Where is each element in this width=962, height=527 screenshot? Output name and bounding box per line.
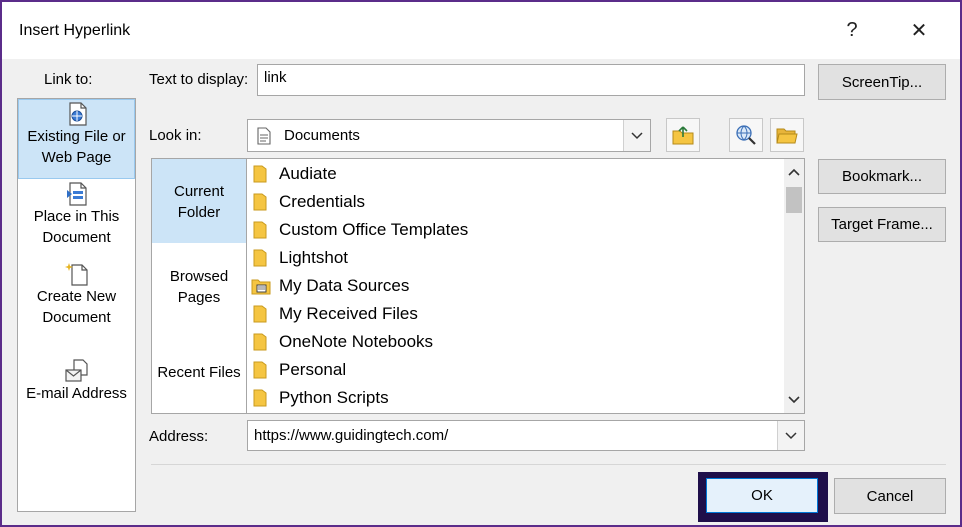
browsed-pages-line2: Pages <box>177 289 221 306</box>
list-item[interactable]: Python Scripts <box>253 384 389 412</box>
current-folder-tab[interactable]: Current Folder <box>152 159 246 243</box>
file-name: Lightshot <box>279 248 348 267</box>
chevron-down-icon[interactable] <box>777 421 804 450</box>
look-in-select[interactable]: Documents <box>247 119 651 152</box>
nav-label-place-line1: Place in This <box>33 208 120 225</box>
list-item[interactable]: My Received Files <box>253 300 418 328</box>
chevron-down-icon[interactable] <box>784 389 804 411</box>
insert-hyperlink-dialog: Insert Hyperlink ? ✕ Link to: Existing F… <box>0 0 962 527</box>
chevron-up-icon[interactable] <box>784 161 804 183</box>
link-to-place-in-document[interactable]: Place in This Document <box>18 182 135 252</box>
new-document-icon <box>64 263 88 286</box>
dialog-title: Insert Hyperlink <box>19 22 131 39</box>
screentip-button[interactable]: ScreenTip... <box>818 64 946 100</box>
list-item[interactable]: Custom Office Templates <box>253 216 468 244</box>
link-to-label: Link to: <box>44 71 93 88</box>
folder-icon <box>253 249 267 267</box>
bookmark-button[interactable]: Bookmark... <box>818 159 946 194</box>
documents-icon <box>257 126 271 145</box>
title-bar: Insert Hyperlink ? ✕ <box>2 2 960 59</box>
address-value: https://www.guidingtech.com/ <box>254 427 449 444</box>
list-item[interactable]: OneNote Notebooks <box>253 328 433 356</box>
folder-icon <box>253 361 267 379</box>
browse-source-panel: Current Folder Browsed Pages Recent File… <box>151 158 247 414</box>
browse-web-button[interactable] <box>729 118 763 152</box>
separator <box>151 464 946 465</box>
browsed-pages-tab[interactable]: Browsed Pages <box>152 266 246 316</box>
list-item[interactable]: Personal <box>253 356 346 384</box>
nav-label-create-line2: Document <box>42 309 111 326</box>
file-name: OneNote Notebooks <box>279 332 434 351</box>
text-to-display-label: Text to display: <box>149 71 249 88</box>
nav-label-create-line1: Create New <box>36 288 117 305</box>
help-button[interactable]: ? <box>834 14 870 46</box>
address-label: Address: <box>149 428 209 445</box>
scrollbar-thumb[interactable] <box>786 187 802 213</box>
folder-icon <box>253 333 267 351</box>
link-to-existing-file[interactable]: Existing File or Web Page <box>18 99 135 179</box>
cancel-button[interactable]: Cancel <box>834 478 946 514</box>
existing-file-icon <box>68 102 87 126</box>
look-in-label: Look in: <box>149 127 202 144</box>
file-name: My Data Sources <box>279 276 410 295</box>
folder-icon <box>253 221 267 239</box>
file-name: Custom Office Templates <box>279 220 469 239</box>
nav-label-existing-line1: Existing File or <box>27 128 126 145</box>
recent-files-tab[interactable]: Recent Files <box>152 362 246 388</box>
email-icon <box>64 359 88 382</box>
list-item[interactable]: Credentials <box>253 188 365 216</box>
folder-icon <box>253 389 267 407</box>
browse-file-button[interactable] <box>770 118 804 152</box>
data-source-folder-icon <box>251 279 271 295</box>
file-name: Credentials <box>279 192 365 211</box>
current-folder-line1: Current <box>173 183 225 200</box>
file-name: Python Scripts <box>279 388 389 407</box>
recent-files-line1: Recent Files <box>157 364 241 381</box>
list-item[interactable]: Audiate <box>253 160 337 188</box>
link-to-email-address[interactable]: E-mail Address <box>18 359 135 409</box>
open-folder-icon <box>776 128 798 144</box>
nav-label-existing-line2: Web Page <box>41 149 112 166</box>
list-item[interactable]: My Data Sources <box>251 272 409 300</box>
file-name: Audiate <box>279 164 337 183</box>
chevron-down-icon[interactable] <box>623 120 650 151</box>
nav-label-email: E-mail Address <box>26 385 127 402</box>
web-search-icon <box>736 125 756 145</box>
address-input[interactable]: https://www.guidingtech.com/ <box>247 420 805 451</box>
folder-icon <box>253 305 267 323</box>
ok-button[interactable]: OK <box>706 478 818 513</box>
file-list: Audiate Credentials Custom Office Templa… <box>247 158 805 414</box>
browsed-pages-line1: Browsed <box>169 268 229 285</box>
ok-highlight: OK <box>698 472 828 522</box>
text-to-display-input[interactable]: link <box>257 64 805 96</box>
target-frame-button[interactable]: Target Frame... <box>818 207 946 242</box>
file-name: Personal <box>279 360 347 379</box>
up-folder-icon <box>672 126 694 145</box>
close-button[interactable]: ✕ <box>901 14 937 46</box>
up-folder-button[interactable] <box>666 118 700 152</box>
list-item[interactable]: Lightshot <box>253 244 348 272</box>
link-to-create-new-document[interactable]: Create New Document <box>18 262 135 332</box>
place-in-document-icon <box>66 182 87 206</box>
look-in-value: Documents <box>284 127 360 144</box>
file-name: My Received Files <box>279 304 418 323</box>
nav-label-place-line2: Document <box>42 229 111 246</box>
current-folder-line2: Folder <box>177 204 221 221</box>
folder-icon <box>253 193 267 211</box>
folder-icon <box>253 165 267 183</box>
file-list-scrollbar[interactable] <box>784 159 804 413</box>
link-to-panel: Existing File or Web Page Place in This … <box>17 98 136 512</box>
